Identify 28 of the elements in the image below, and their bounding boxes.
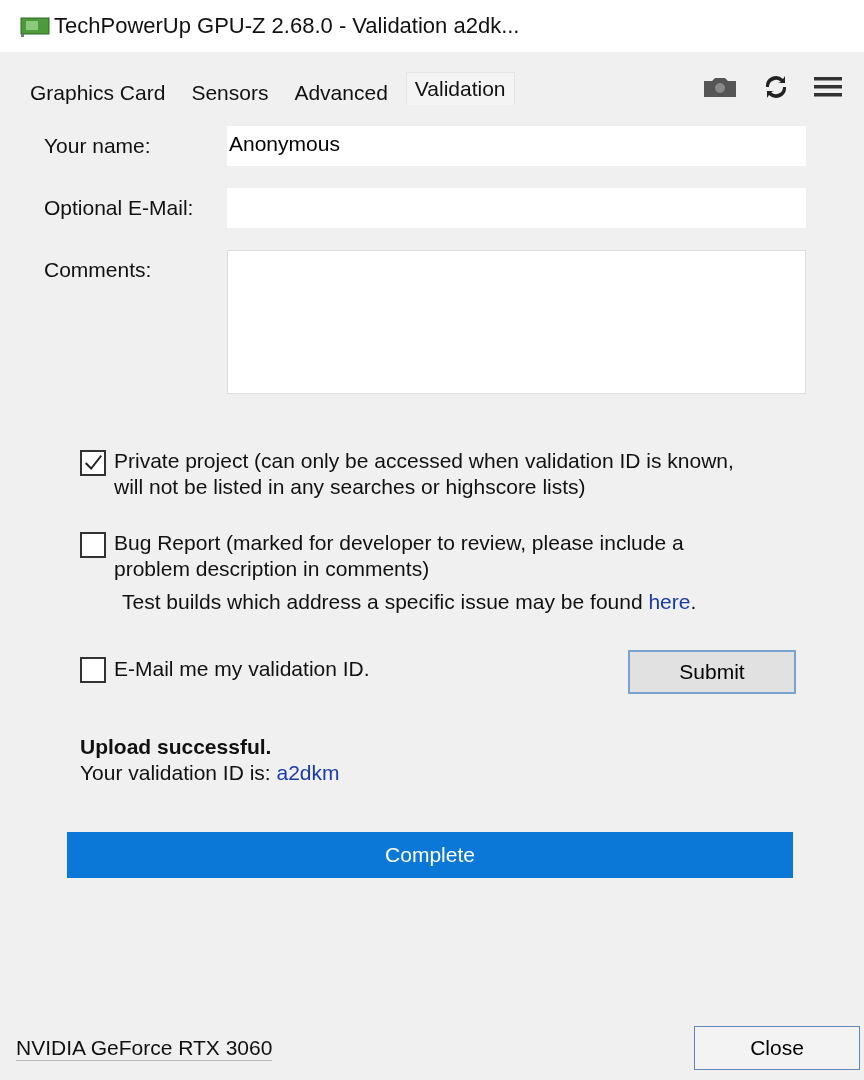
text-field[interactable]: Anonymous	[227, 126, 806, 166]
close-button[interactable]: Close	[694, 1026, 860, 1070]
checkbox-label: Private project (can only be accessed when validation ID is known, will not be listed in any searches or highscore lists)	[114, 448, 734, 500]
validation-id-text: Your validation ID is: a2dkm	[80, 760, 341, 786]
refresh-icon[interactable]	[764, 75, 788, 99]
checkbox[interactable]	[80, 532, 106, 558]
submit-button[interactable]: Submit	[628, 650, 796, 694]
comments-field[interactable]	[227, 250, 806, 394]
status-heading: Upload successful.	[80, 734, 273, 760]
validation-id-link[interactable]: a2dkm	[276, 761, 340, 784]
tab[interactable]: Graphics Card	[22, 77, 174, 109]
field-label: Optional E-Mail:	[44, 195, 195, 220]
menu-icon[interactable]	[814, 76, 842, 98]
window-title: TechPowerUp GPU-Z 2.68.0 - Validation a2dk...	[54, 13, 520, 39]
checkbox-label: E-Mail me my validation ID.	[114, 656, 370, 682]
tab[interactable]: Sensors	[183, 77, 277, 109]
graphics-card-icon	[20, 15, 50, 37]
checkbox[interactable]	[80, 657, 106, 683]
checkbox-label: Bug Report (marked for developer to review, please include a problem description in comments)	[114, 530, 685, 582]
gpu-name: NVIDIA GeForce RTX 3060	[16, 1035, 273, 1061]
tab[interactable]: Validation	[405, 71, 515, 105]
checkbox[interactable]	[80, 450, 106, 476]
here-link[interactable]: here	[648, 590, 691, 613]
field-label: Comments:	[44, 257, 153, 282]
tab[interactable]: Advanced	[286, 77, 396, 109]
field-label: Your name:	[44, 133, 152, 158]
camera-icon[interactable]	[702, 76, 738, 98]
note-text: Test builds which address a specific issue may be found here.	[122, 590, 698, 614]
